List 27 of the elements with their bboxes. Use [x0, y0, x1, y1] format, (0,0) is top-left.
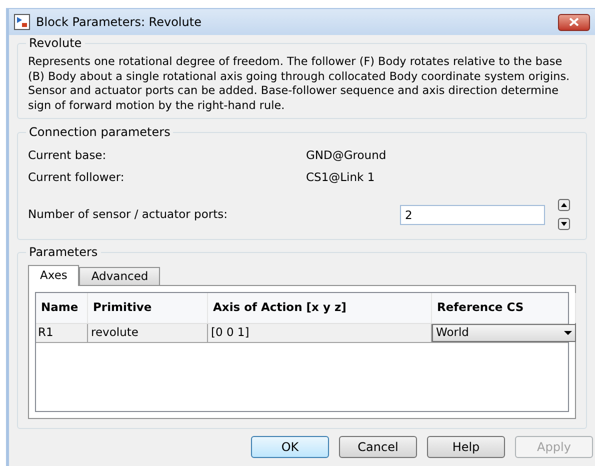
field-label: Current base: [28, 147, 108, 164]
ports-field[interactable]: 2 [400, 204, 545, 224]
field-label: Current follower: [28, 169, 126, 186]
dialog-button[interactable]: Help [427, 436, 505, 458]
column-header: Axis of Action [x y z] [208, 293, 432, 323]
spin-up-icon[interactable] [558, 199, 570, 211]
table-cell: revolute [88, 324, 208, 342]
dialog-button[interactable]: Cancel [339, 436, 417, 458]
close-icon [569, 18, 579, 26]
reference-dropdown[interactable]: World [432, 324, 576, 342]
dialog-button[interactable]: OK [251, 436, 329, 458]
close-button[interactable] [558, 14, 590, 30]
field-value: CS1@Link 1 [306, 169, 375, 186]
description-text: Represents one rotational degree of freedom. The follower (F) Body rotates relative to the base (B) Body about a single rotational axis going through collocated Body coordinate system origins. Sensor and actuator ports can be added. Base-follower sequence and axis direction determine sign of forward motion by the right-hand rule. [28, 55, 571, 113]
field-label: Number of sensor / actuator ports: [28, 206, 228, 223]
field-value: GND@Ground [306, 147, 386, 164]
window-title: Block Parameters: Revolute [36, 14, 202, 31]
column-header: Name [36, 293, 88, 323]
spin-down-icon[interactable] [558, 218, 570, 230]
caret-icon [564, 331, 572, 335]
table-cell: R1 [36, 324, 88, 342]
tab[interactable]: Advanced [79, 267, 160, 285]
tab[interactable]: Axes [28, 265, 80, 286]
group-title: Connection parameters [26, 124, 174, 140]
column-header: Primitive [88, 293, 208, 323]
column-header: Reference CS [432, 293, 576, 323]
block-icon [14, 14, 30, 30]
